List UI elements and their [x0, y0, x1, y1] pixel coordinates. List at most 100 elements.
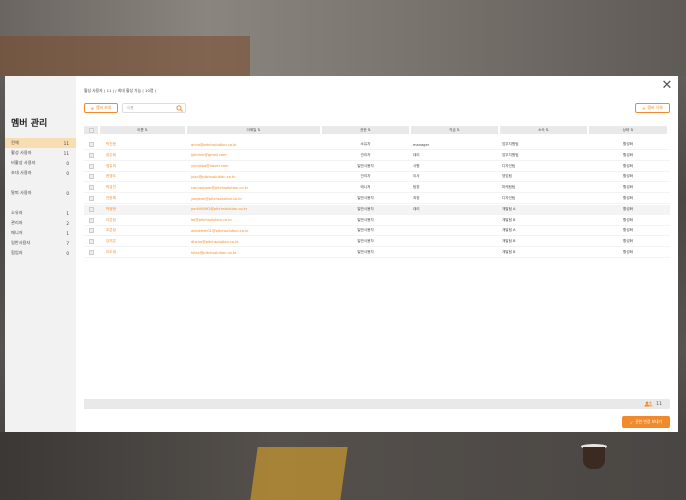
- invite-member-button[interactable]: ⊕ 멤버 초대: [84, 103, 118, 113]
- table-row[interactable]: 박진현 anna@pitchsolution.co.kr 소유자 manager 업무지…: [84, 140, 670, 150]
- member-name[interactable]: 한영도: [100, 172, 185, 182]
- member-name[interactable]: 이도재: [100, 248, 185, 258]
- member-status: 활성화: [623, 142, 633, 146]
- delete-member-button[interactable]: ⊖ 멤버 삭제: [635, 103, 670, 113]
- sidebar-item[interactable]: 활성 사용자 11: [5, 148, 76, 158]
- member-name[interactable]: 정유미: [100, 161, 185, 171]
- row-checkbox[interactable]: [88, 250, 94, 255]
- delete-member-label: 멤버 삭제: [647, 105, 663, 110]
- member-role: 일반사용자: [357, 250, 374, 254]
- table-row[interactable]: 이도재 hjlee@pitchsolution.co.kr 일반사용자 개발팀 B 활성…: [84, 248, 670, 258]
- member-role: 관리자: [360, 152, 371, 157]
- sidebar-item[interactable]: 초대 사용자 0: [5, 168, 76, 178]
- sidebar-item[interactable]: 매니저 1: [5, 228, 76, 238]
- column-header-email[interactable]: 이메일 ⇅: [187, 126, 320, 134]
- row-checkbox[interactable]: [88, 174, 94, 180]
- modal-title: 멤버 관리: [11, 119, 48, 129]
- member-status: 활성화: [623, 228, 633, 233]
- member-email[interactable]: dhkim@pitchsolution.co.kr: [187, 237, 320, 247]
- search-input[interactable]: 이름: [122, 103, 186, 113]
- table-row[interactable]: 이은정 lej@pitchsolution.co.kr 일반사용자 개발팀 B 활성화: [84, 216, 670, 226]
- member-title: [411, 215, 498, 225]
- sort-icon: ⇅: [456, 128, 460, 132]
- member-name[interactable]: 이은정: [100, 215, 185, 225]
- member-name[interactable]: 장주희: [100, 150, 185, 160]
- column-header-dept[interactable]: 소속 ⇅: [500, 126, 587, 134]
- member-status: 활성화: [623, 185, 633, 190]
- member-name[interactable]: 박정현: [100, 204, 185, 214]
- save-permission-button[interactable]: ✓ 권한 변경 보내기: [622, 416, 670, 428]
- row-checkbox[interactable]: [88, 163, 94, 169]
- member-name[interactable]: 박유진: [100, 183, 185, 193]
- member-name[interactable]: 조은정: [100, 226, 185, 236]
- select-all-checkbox[interactable]: [88, 127, 94, 133]
- member-role: 일반사용자: [357, 228, 374, 233]
- search-icon[interactable]: [176, 105, 183, 112]
- member-email[interactable]: connorpark@pitchsolution.co.kr: [187, 183, 320, 193]
- row-checkbox[interactable]: [88, 228, 94, 234]
- sidebar-item[interactable]: 협업자 0: [5, 248, 76, 258]
- member-name[interactable]: 박진현: [100, 140, 185, 150]
- minus-circle-icon: ⊖: [642, 105, 646, 111]
- sidebar-item-label: 관리자: [11, 220, 23, 225]
- sidebar-item-label: 활성 사용자: [11, 150, 32, 155]
- column-header-name[interactable]: 이름 ⇅: [100, 126, 185, 134]
- member-email[interactable]: juan@pitchsolution.co.kr: [187, 172, 320, 182]
- table-row[interactable]: 한영도 juan@pitchsolution.co.kr 관리자 이사 영업팀 활성화: [84, 172, 670, 183]
- table-row[interactable]: 조은정 windreek01@pitchsolution.co.kr 일반사용자 개발…: [84, 226, 670, 237]
- member-status: 활성화: [623, 196, 633, 200]
- sidebar-item[interactable]: 관리자 2: [5, 218, 76, 228]
- row-checkbox[interactable]: [88, 196, 94, 201]
- member-email[interactable]: park06492@pitchsolution.co.kr: [187, 204, 320, 214]
- sidebar-item-count: 0: [66, 160, 69, 166]
- member-title: [411, 237, 498, 247]
- sidebar-item[interactable]: 탈퇴 사용자 0: [5, 188, 76, 198]
- column-header-role[interactable]: 권한 ⇅: [322, 126, 409, 134]
- member-email[interactable]: hjlee@pitchsolution.co.kr: [187, 248, 320, 258]
- sidebar-item[interactable]: 전체 11: [5, 138, 76, 148]
- member-email[interactable]: jjohmin@gmail.com: [187, 150, 320, 160]
- table-row[interactable]: 장주희 jjohmin@gmail.com 관리자 대리 업무지원팀 활성화: [84, 151, 670, 161]
- row-checkbox-cell: [84, 237, 98, 247]
- member-role: 소유자: [360, 142, 371, 146]
- member-name[interactable]: 강지은: [100, 237, 185, 247]
- row-checkbox-cell: [84, 172, 98, 182]
- sidebar-item[interactable]: 소유자 1: [5, 208, 76, 218]
- member-email[interactable]: lej@pitchsolution.co.kr: [187, 215, 320, 225]
- member-email[interactable]: yoojeon@pitchsolution.co.kr: [187, 194, 320, 204]
- row-checkbox[interactable]: [88, 239, 94, 245]
- sidebar-item[interactable]: 일반사용자 7: [5, 238, 76, 248]
- sidebar-item-label: 전체: [11, 140, 19, 145]
- row-checkbox[interactable]: [88, 152, 94, 158]
- table-row[interactable]: 박유진 connorpark@pitchsolution.co.kr 매니저 팀장 마케…: [84, 183, 670, 194]
- row-checkbox[interactable]: [88, 185, 94, 191]
- row-checkbox[interactable]: [88, 206, 94, 212]
- sidebar-item-label: 일반사용자: [11, 240, 31, 245]
- member-email[interactable]: yumiseo@naver.com: [187, 161, 320, 171]
- table-header: 이름 ⇅ 이메일 ⇅ 권한 ⇅ 직급 ⇅ 소속 ⇅ 상태 ⇅: [84, 126, 670, 134]
- row-checkbox[interactable]: [88, 142, 94, 147]
- background-shelf: [0, 36, 250, 76]
- column-header-title[interactable]: 직급 ⇅: [411, 126, 498, 134]
- sort-icon: ⇅: [545, 128, 549, 132]
- member-role: 일반사용자: [357, 163, 374, 168]
- sidebar-item-label: 비활성 사용자: [11, 160, 36, 165]
- sidebar-item-label: 협업자: [11, 250, 23, 255]
- member-email[interactable]: anna@pitchsolution.co.kr: [187, 140, 320, 150]
- column-header-status[interactable]: 상태 ⇅: [589, 126, 667, 134]
- users-icon: [644, 401, 653, 407]
- table-row[interactable]: 박정현 park06492@pitchsolution.co.kr 일반사용자 대리 개…: [84, 204, 670, 215]
- member-email[interactable]: windreek01@pitchsolution.co.kr: [187, 226, 320, 236]
- sidebar-item-label: 탈퇴 사용자: [11, 190, 32, 195]
- member-title: 이사: [413, 174, 420, 179]
- table-row[interactable]: 정유미 yumiseo@naver.com 일반사용자 사원 디자인팀 활성화: [84, 162, 670, 172]
- sidebar-item[interactable]: 비활성 사용자 0: [5, 158, 76, 168]
- row-checkbox-cell: [84, 194, 98, 204]
- sidebar-item-count: 0: [66, 170, 69, 176]
- member-name[interactable]: 안윤채: [100, 194, 185, 204]
- member-count: 11: [656, 401, 662, 407]
- table-row[interactable]: 안윤채 yoojeon@pitchsolution.co.kr 일반사용자 과장 디자인…: [84, 194, 670, 204]
- row-checkbox-cell: [84, 183, 98, 193]
- row-checkbox[interactable]: [88, 217, 94, 223]
- table-row[interactable]: 강지은 dhkim@pitchsolution.co.kr 일반사용자 개발팀 B 활성…: [84, 237, 670, 248]
